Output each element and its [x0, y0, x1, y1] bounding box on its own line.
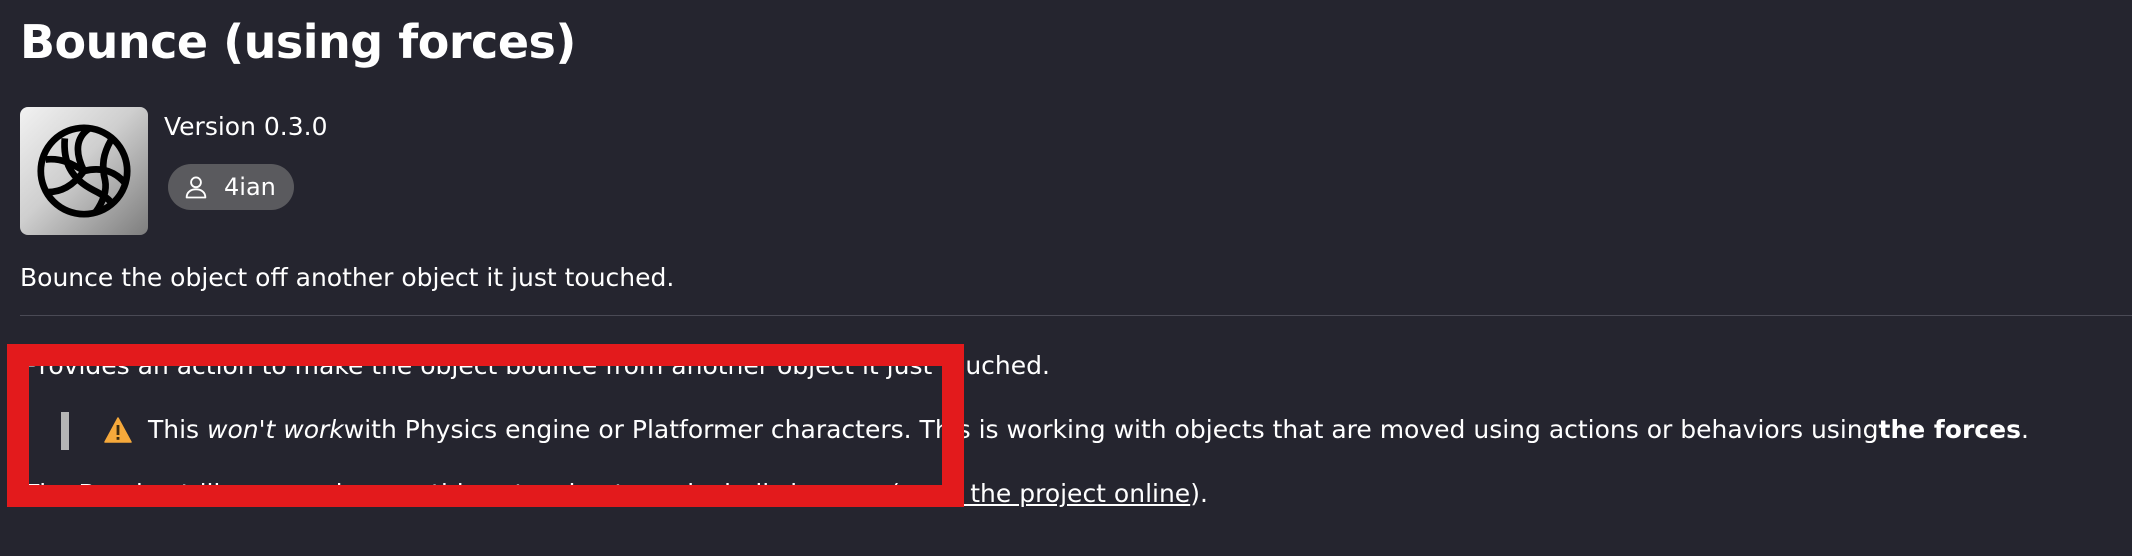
divider: [20, 315, 2132, 316]
quote-strong: the forces: [1878, 415, 2021, 444]
volleyball-icon: [20, 107, 148, 235]
extension-title: Bounce (using forces): [20, 15, 576, 69]
quote-text-middle: with Physics engine or Platformer charac…: [343, 415, 1879, 444]
example-text-start: The Breakout-like example uses this exte…: [24, 479, 900, 508]
quote-emphasis: won't work: [207, 415, 344, 444]
version-label: Version 0.3.0: [164, 112, 328, 141]
example-text-end: ).: [1190, 479, 1208, 508]
quote-text-start: This: [148, 415, 200, 444]
warning-icon: [104, 417, 132, 443]
author-name: 4ian: [224, 173, 276, 201]
description-paragraph: Provides an action to make the object bo…: [24, 351, 1050, 380]
warning-blockquote: This won't work with Physics engine or P…: [104, 413, 2029, 447]
user-icon: [185, 176, 207, 199]
open-project-link[interactable]: open the project online: [900, 479, 1190, 508]
author-chip[interactable]: 4ian: [168, 164, 294, 210]
blockquote-bar: [61, 412, 69, 450]
example-paragraph: The Breakout-like example uses this exte…: [24, 477, 1208, 511]
extension-details-page: Bounce (using forces) Version 0.3.0 4ian…: [0, 0, 2132, 556]
short-description: Bounce the object off another object it …: [20, 263, 675, 292]
quote-text-end: .: [2020, 415, 2029, 444]
